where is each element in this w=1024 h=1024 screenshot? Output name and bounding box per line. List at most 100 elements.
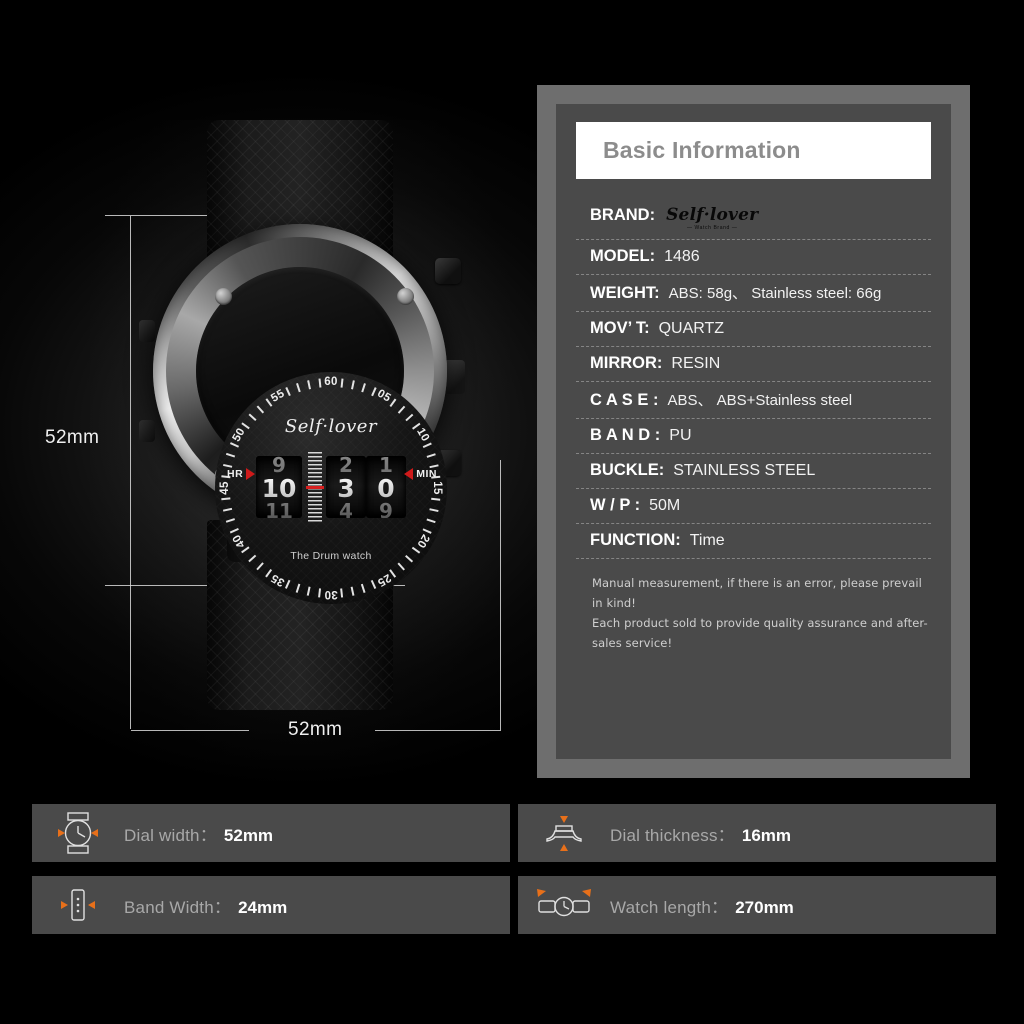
- spec-row-label: BRAND:: [590, 206, 656, 224]
- spec-bar-text: Dial width： 52mm: [124, 821, 273, 846]
- chapter-ring-tick: [307, 586, 311, 596]
- spec-row-label: MODEL:: [590, 247, 656, 265]
- watch-pusher-left-bottom: [139, 420, 155, 442]
- chapter-ring-tick: [226, 518, 236, 523]
- spec-bar-value: 52mm: [223, 825, 274, 845]
- dimension-label-height: 52mm: [45, 427, 100, 448]
- hour-indicator-label: HR: [227, 468, 244, 480]
- watch-pusher-left-top: [139, 320, 155, 342]
- spec-row: MODEL: 1486: [576, 240, 931, 275]
- spec-row: BRAND: Self·lover — Watch Brand —: [576, 199, 931, 240]
- spec-row-label: MOV’ T:: [590, 319, 650, 337]
- brand-logo-main: Self·lover: [666, 205, 759, 225]
- hour-drum: 9 10 11: [256, 456, 302, 518]
- spec-row: MIRROR: RESIN: [576, 347, 931, 382]
- spec-row-value: ABS、 ABS+Stainless steel: [667, 392, 853, 409]
- dimension-guide-right-vertical: [500, 460, 501, 730]
- chapter-ring-tick: [351, 586, 355, 596]
- spec-row-value: 50M: [649, 497, 681, 514]
- spec-row: B A N D : PU: [576, 419, 931, 454]
- watch-face-icon: [32, 811, 124, 855]
- disclaimer-line-1: Manual measurement, if there is an error…: [592, 576, 922, 611]
- chapter-ring-tick: [426, 518, 436, 523]
- drum-display: 9 10 11 2 3 4 1 0 9: [242, 452, 420, 522]
- minute-ones-next: 9: [366, 499, 406, 518]
- spec-bar-label: Watch length：: [610, 897, 729, 917]
- panel-header: Basic Information: [576, 122, 931, 179]
- spec-row-label: W / P :: [590, 496, 641, 514]
- chapter-ring-tick: [429, 508, 439, 512]
- watch-profile-icon: [518, 811, 610, 855]
- spec-row-label: B A N D :: [590, 426, 661, 444]
- spec-row: W / P : 50M: [576, 489, 931, 524]
- dial-sub-text: The Drum watch: [290, 550, 372, 562]
- spec-row: C A S E : ABS、 ABS+Stainless steel: [576, 382, 931, 419]
- spec-bar-text: Band Width： 24mm: [124, 893, 287, 918]
- minute-tens-next: 4: [326, 499, 366, 518]
- spec-row: MOV’ T: QUARTZ: [576, 312, 931, 347]
- spec-bar-watch-length[interactable]: Watch length： 270mm: [518, 876, 996, 934]
- spec-bar-label: Dial width：: [124, 825, 217, 845]
- spec-bar-text: Dial thickness： 16mm: [610, 821, 791, 846]
- watch-case: 600510152025303540455055 Self·lover 9 10…: [153, 224, 447, 604]
- specification-list: BRAND: Self·lover — Watch Brand — MODEL: 148…: [576, 199, 931, 559]
- spec-row-label: FUNCTION:: [590, 531, 681, 549]
- brand-logo: Self·lover — Watch Brand —: [666, 205, 759, 232]
- spec-row: FUNCTION: Time: [576, 524, 931, 559]
- disclaimer-line-2: Each product sold to provide quality ass…: [592, 616, 928, 651]
- spec-bar-value: 24mm: [238, 897, 288, 917]
- hour-digit-next: 11: [256, 499, 302, 518]
- panel-title: Basic Information: [603, 137, 801, 163]
- spec-row: BUCKLE: STAINLESS STEEL: [576, 454, 931, 489]
- spec-row-value: ABS: 58g、 Stainless steel: 66g: [668, 285, 882, 302]
- hour-indicator: HR: [227, 468, 256, 480]
- chapter-ring-tick: [361, 583, 366, 593]
- spec-row-label: BUCKLE:: [590, 461, 665, 479]
- spec-row-value: PU: [669, 427, 692, 444]
- spec-bar-dial-thickness[interactable]: Dial thickness： 16mm: [518, 804, 996, 862]
- spec-bar-label: Dial thickness：: [610, 825, 735, 845]
- triangle-right-icon: [246, 468, 256, 480]
- spec-row-value: QUARTZ: [658, 320, 725, 337]
- watch-pusher-top: [435, 258, 461, 284]
- watch-dial: 600510152025303540455055 Self·lover 9 10…: [215, 372, 447, 604]
- chapter-ring-tick: [256, 562, 265, 571]
- watch-product-image: 600510152025303540455055 Self·lover 9 10…: [135, 120, 465, 710]
- minute-indicator-label: MIN: [416, 468, 437, 480]
- spec-bar-value: 270mm: [735, 897, 794, 917]
- minute-ones-drum: 1 0 9: [366, 456, 406, 518]
- chapter-ring-tick: [223, 508, 233, 512]
- watch-length-icon: [518, 883, 610, 927]
- product-image-area: 52mm 52mm 600510152025303540455055 Self·…: [0, 0, 512, 790]
- spec-bar-band-width[interactable]: Band Width： 24mm: [32, 876, 510, 934]
- dimension-guide-left-vertical: [130, 216, 131, 729]
- spec-row-value: STAINLESS STEEL: [673, 462, 816, 479]
- dimension-guide-bottom-left: [131, 730, 249, 731]
- basic-information-panel: Basic Information BRAND: Self·lover — Watc…: [537, 85, 970, 778]
- bezel-screw: [397, 288, 414, 305]
- measurement-bars: Dial width： 52mm Band Width： 24mm Dial t…: [0, 800, 1024, 950]
- dimension-guide-bottom-right: [375, 730, 501, 731]
- spec-row-value: 1486: [664, 248, 700, 265]
- spec-row-value: Time: [689, 532, 725, 549]
- spec-row-label: C A S E :: [590, 391, 659, 409]
- spec-bar-label: Band Width：: [124, 897, 232, 917]
- bezel-screw: [215, 288, 232, 305]
- dimension-label-width: 52mm: [288, 719, 343, 740]
- chapter-ring-tick: [397, 562, 406, 571]
- spec-bar-text: Watch length： 270mm: [610, 893, 794, 918]
- spec-row-value: RESIN: [671, 355, 721, 372]
- disclaimer: Manual measurement, if there is an error…: [576, 559, 931, 654]
- chapter-ring-number: 30: [324, 588, 338, 600]
- spec-bar-dial-width[interactable]: Dial width： 52mm: [32, 804, 510, 862]
- spec-bar-value: 16mm: [741, 825, 792, 845]
- chapter-ring-tick: [296, 583, 301, 593]
- watch-case-inner-ring: 600510152025303540455055 Self·lover 9 10…: [166, 237, 447, 604]
- chapter-ring-tick: [426, 453, 436, 458]
- triangle-left-icon: [404, 468, 414, 480]
- watch-strap-icon: [32, 883, 124, 927]
- spec-row-label: WEIGHT:: [590, 284, 660, 302]
- minute-tens-drum: 2 3 4: [326, 456, 366, 518]
- dial-brand-text: Self·lover: [284, 416, 378, 437]
- brand-logo-sub: — Watch Brand —: [686, 225, 738, 231]
